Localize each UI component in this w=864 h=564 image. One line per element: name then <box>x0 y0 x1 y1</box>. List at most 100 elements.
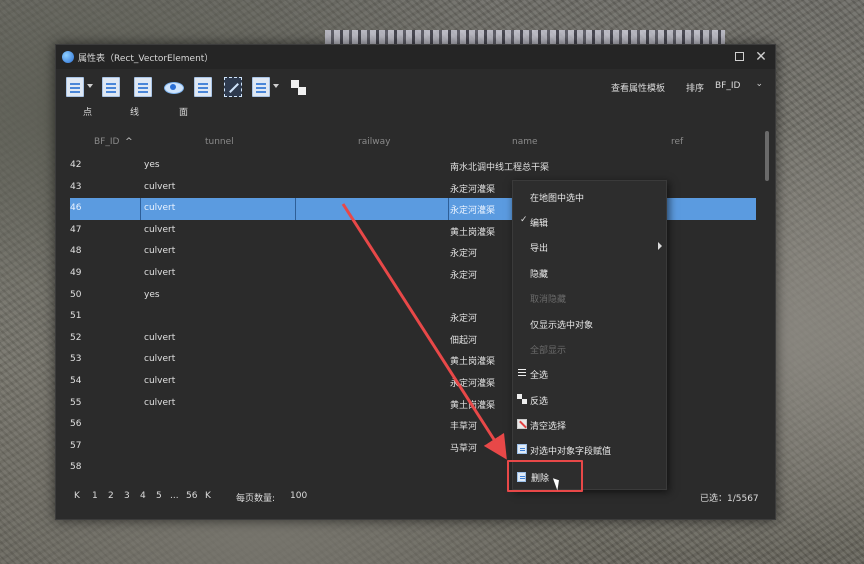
menu-item[interactable]: 在地图中选中 <box>513 187 666 207</box>
invert-selection-icon <box>517 394 527 404</box>
page-size-input[interactable]: 100 <box>290 491 307 501</box>
chevron-down-icon[interactable]: ⌄ <box>755 79 763 89</box>
point-label[interactable]: 点 <box>83 105 92 118</box>
menu-item-label: 全部显示 <box>530 346 567 356</box>
cell-bf-id: 42 <box>70 160 82 170</box>
invert-squares-icon[interactable] <box>290 77 308 97</box>
menu-item[interactable]: 导出 <box>513 237 666 257</box>
page-56[interactable]: 56 <box>186 491 197 501</box>
cell-tunnel: culvert <box>144 224 176 235</box>
menu-item[interactable]: 全选 <box>513 364 666 384</box>
menu-item[interactable]: 对选中对象字段赋值 <box>513 440 666 460</box>
cell-separator <box>140 198 141 220</box>
chevron-down-icon[interactable] <box>273 84 279 88</box>
column-header-railway[interactable]: railway <box>358 137 390 147</box>
cell-tunnel: culvert <box>144 267 176 278</box>
cell-name: 黄土岗灌渠 <box>450 357 496 368</box>
cell-bf-id: 52 <box>70 332 82 343</box>
menu-item[interactable]: 仅显示选中对象 <box>513 314 666 334</box>
cell-name: 永定河 <box>450 249 478 260</box>
page-1[interactable]: 1 <box>92 491 98 501</box>
submenu-arrow-icon <box>658 242 662 250</box>
cell-bf-id: 54 <box>70 375 82 386</box>
titlebar[interactable]: 属性表（Rect_VectorElement） ✕ <box>56 45 775 69</box>
cell-bf-id: 47 <box>70 224 82 235</box>
cell-bf-id: 49 <box>70 267 82 278</box>
sort-ascending-icon[interactable]: ^ <box>122 137 133 147</box>
sort-label: 排序 <box>686 84 705 94</box>
cell-bf-id: 55 <box>70 397 82 408</box>
sort-field-select[interactable]: BF_ID <box>715 81 740 91</box>
point-layer-icon[interactable] <box>66 77 84 97</box>
delete-icon <box>517 472 526 482</box>
cell-tunnel: culvert <box>144 181 176 192</box>
menu-item[interactable]: 清空选择 <box>513 415 666 435</box>
cell-name: 南水北调中线工程总干渠 <box>450 163 550 173</box>
page-2[interactable]: 2 <box>108 491 114 501</box>
column-header-bf-id[interactable]: BF_ID ^ <box>94 137 133 147</box>
cell-separator <box>448 198 449 220</box>
select-all-icon <box>517 368 527 378</box>
column-header-tunnel[interactable]: tunnel <box>205 137 234 147</box>
window-title: 属性表（Rect_VectorElement） <box>78 54 214 64</box>
menu-item: 全部显示 <box>513 339 666 359</box>
view-template-button[interactable]: 查看属性模板 <box>611 81 665 94</box>
field-doc-icon[interactable] <box>252 77 270 97</box>
menu-item[interactable]: ✓ 编辑 <box>513 212 666 232</box>
vertical-scrollbar[interactable] <box>765 131 769 181</box>
cell-separator <box>295 198 296 220</box>
polygon-layer-icon[interactable] <box>134 77 152 97</box>
first-page-button[interactable]: K <box>74 491 80 501</box>
close-button[interactable]: ✕ <box>753 49 769 65</box>
menu-item[interactable]: 隐藏 <box>513 263 666 283</box>
cell-tunnel: culvert <box>144 203 176 214</box>
menu-item-label: 清空选择 <box>530 422 567 432</box>
cell-bf-id: 53 <box>70 354 82 365</box>
menu-item-label: 导出 <box>530 244 549 254</box>
cell-name: 永定河 <box>450 270 478 281</box>
cell-bf-id: 43 <box>70 181 82 192</box>
cell-bf-id: 56 <box>70 419 82 430</box>
clear-selection-icon <box>517 419 527 429</box>
cell-tunnel: culvert <box>144 332 176 343</box>
box-select-icon[interactable] <box>224 77 242 97</box>
menu-item-label: 对选中对象字段赋值 <box>530 447 612 457</box>
checkmark-icon: ✓ <box>520 215 528 225</box>
menu-item[interactable]: 反选 <box>513 390 666 410</box>
cell-bf-id: 46 <box>70 203 82 214</box>
column-header-ref[interactable]: ref <box>671 137 683 147</box>
cell-name: 永定河灌渠 <box>450 206 496 217</box>
cell-bf-id: 51 <box>70 311 82 322</box>
cell-name: 永定河灌渠 <box>450 184 496 195</box>
line-label[interactable]: 线 <box>130 105 139 118</box>
pagination-ellipsis: ... <box>170 491 179 501</box>
context-menu: 在地图中选中 ✓ 编辑导出隐藏取消隐藏仅显示选中对象 全部显示全选反选清空选择对选中对… <box>512 180 667 490</box>
cell-tunnel: culvert <box>144 375 176 386</box>
menu-item: 取消隐藏 <box>513 288 666 308</box>
maximize-button[interactable] <box>731 49 747 65</box>
page-5[interactable]: 5 <box>156 491 162 501</box>
table-doc-icon[interactable] <box>194 77 212 97</box>
last-page-button[interactable]: K <box>205 491 211 501</box>
eye-icon[interactable] <box>164 77 184 97</box>
menu-item-delete[interactable]: 删除 <box>531 471 549 484</box>
table-header: BF_ID ^ tunnel railway name ref <box>70 133 756 153</box>
cell-name: 永定河灌渠 <box>450 378 496 389</box>
line-layer-icon[interactable] <box>102 77 120 97</box>
cell-name: 佃起河 <box>450 335 478 346</box>
page-size-label: 每页数量: <box>236 494 276 504</box>
cell-name: 马草河 <box>450 443 478 454</box>
menu-item-label: 在地图中选中 <box>530 194 585 204</box>
menu-item-label: 编辑 <box>530 219 549 229</box>
cell-tunnel: culvert <box>144 397 176 408</box>
page-3[interactable]: 3 <box>124 491 130 501</box>
cell-tunnel: culvert <box>144 246 176 257</box>
cell-bf-id: 57 <box>70 440 82 451</box>
chevron-down-icon[interactable] <box>87 84 93 88</box>
polygon-label[interactable]: 面 <box>179 105 188 118</box>
menu-item-label: 仅显示选中对象 <box>530 321 594 331</box>
page-4[interactable]: 4 <box>140 491 146 501</box>
cell-name: 永定河 <box>450 314 478 325</box>
table-row[interactable]: 42 yes 南水北调中线工程总干渠 <box>70 155 756 177</box>
column-header-name[interactable]: name <box>512 137 538 147</box>
